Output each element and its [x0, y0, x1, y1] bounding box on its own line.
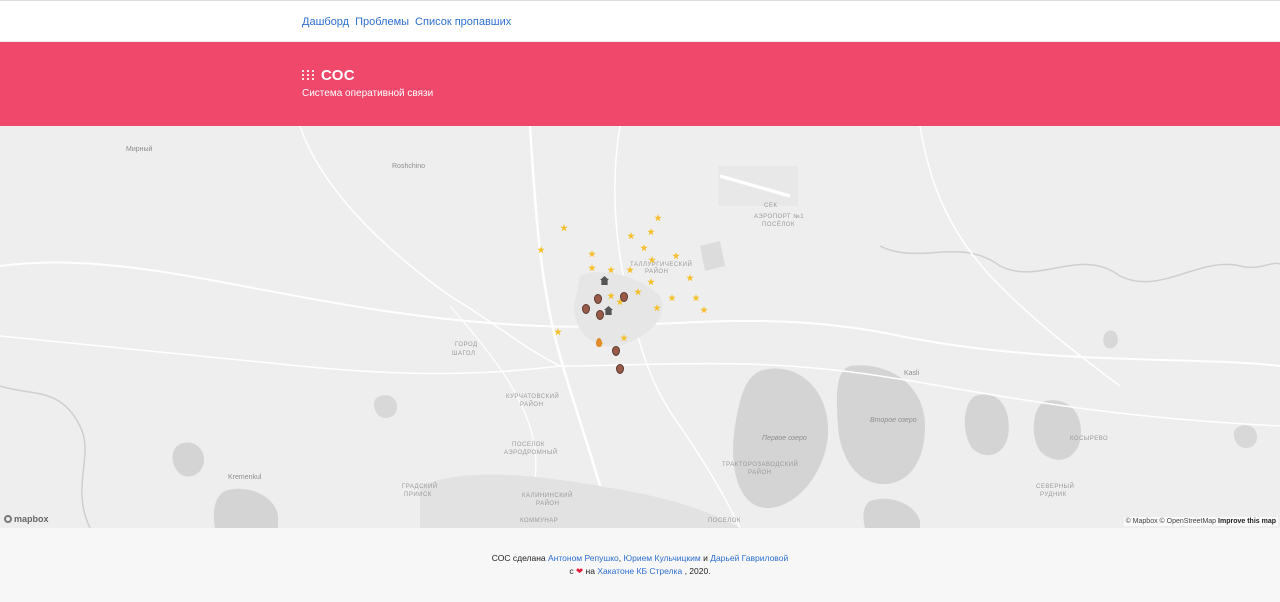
map-label-kurchatov: КУРЧАТОВСКИЙ	[506, 394, 560, 400]
attribution-mapbox[interactable]: © Mapbox	[1126, 518, 1158, 525]
map-label-district-top: ТАЛЛУРГИЧЕСКИЙ	[630, 262, 693, 268]
brand: СОС	[302, 67, 355, 84]
nav-problems-link[interactable]: Проблемы	[355, 16, 409, 28]
mapbox-icon	[4, 515, 12, 523]
map-label-gradsky-2: ПРИИСК	[404, 492, 432, 498]
map-label-poselok: ПОСЕЛОК	[708, 518, 741, 524]
map-view[interactable]: Мирный Roshchino АЭРОПОРТ №1 ПОСЁЛОК СЕК…	[0, 126, 1280, 528]
map-attribution: © Mapbox © OpenStreetMap Improve this ma…	[1123, 517, 1278, 526]
map-label-vtoroe-ozero: Второе озеро	[870, 417, 917, 424]
mapbox-logo[interactable]: mapbox	[4, 514, 49, 524]
top-navigation: Дашборд Проблемы Список пропавших	[0, 0, 1280, 42]
heart-icon: ❤	[576, 566, 584, 576]
footer-credits: СОС сделана Антоном Репушко, Юрием Кульч…	[0, 553, 1280, 563]
map-label-kalininsky-2: РАЙОН	[536, 501, 560, 507]
nav-dashboard-link[interactable]: Дашборд	[302, 16, 349, 28]
map-label-roshchino: Roshchino	[392, 163, 426, 170]
footer-sep: ,	[618, 553, 622, 563]
map-label-aerodromny: ПОСЕЛОК	[512, 442, 545, 448]
site-title: СОС	[321, 67, 355, 84]
footer-event: с ❤ на Хакатоне КБ Стрелка , 2020.	[0, 566, 1280, 577]
improve-map-link[interactable]: Improve this map	[1218, 518, 1276, 525]
flame-marker-icon[interactable]	[596, 338, 602, 347]
map-label-gradsky: ГРАДСКИЙ	[402, 484, 438, 490]
site-subtitle: Система оперативной связи	[302, 88, 434, 99]
attribution-osm[interactable]: © OpenStreetMap	[1160, 518, 1217, 525]
footer-prefix: СОС сделана	[491, 553, 546, 563]
map-label-kurchatov-2: РАЙОН	[520, 402, 544, 408]
map-label-district-top-2: РАЙОН	[645, 269, 669, 275]
map-label-gorod: ГОРОД	[455, 342, 478, 348]
map-label-aerodromny-2: АЭРОДРОМНЫЙ	[504, 450, 558, 456]
footer-on: на	[585, 566, 595, 576]
map-label-severny-2: РУДНИК	[1040, 492, 1067, 498]
map-label-pervoe-ozero: Первое озеро	[762, 435, 807, 442]
map-label-kasli: Kasli	[904, 370, 920, 377]
map-label-traktoroz: ТРАКТОРОЗАВОДСКИЙ	[722, 462, 799, 468]
footer-with: с	[569, 566, 574, 576]
map-label-shagol: ШАГОЛ	[452, 351, 476, 357]
map-label-airport: АЭРОПОРТ №1	[754, 214, 805, 220]
map-label-sek: СЕК	[764, 203, 778, 209]
author-link-3[interactable]: Дарьей Гавриловой	[710, 553, 788, 563]
map-base-layer	[0, 126, 1280, 528]
map-label-airport-2: ПОСЁЛОК	[762, 222, 795, 228]
map-label-traktoroz-2: РАЙОН	[748, 470, 772, 476]
author-link-1[interactable]: Антоном Репушко	[548, 553, 619, 563]
map-label-severny: СЕВЕРНЫЙ	[1036, 484, 1075, 490]
hero-banner: СОС Система оперативной связи	[0, 42, 1280, 126]
map-label-kommunar: КОММУНАР	[520, 518, 559, 524]
nav-missing-list-link[interactable]: Список пропавших	[415, 16, 511, 28]
map-label-kalininsky: КАЛИНИНСКИЙ	[522, 493, 573, 499]
nav-links: Дашборд Проблемы Список пропавших	[302, 16, 511, 28]
map-label-kosyrevo: КОСЫРЕВО	[1070, 436, 1109, 442]
event-link[interactable]: Хакатоне КБ Стрелка	[597, 566, 682, 576]
author-link-2[interactable]: Юрием Кульчицким	[624, 553, 701, 563]
map-label-kremenkul: Kremenkul	[228, 474, 262, 481]
dots-icon	[302, 69, 316, 82]
map-label-mirny: Мирный	[126, 146, 153, 153]
footer-year: , 2020.	[684, 566, 711, 576]
footer: СОС сделана Антоном Репушко, Юрием Кульч…	[0, 528, 1280, 602]
footer-and: и	[703, 553, 708, 563]
mapbox-logo-text: mapbox	[14, 514, 49, 524]
